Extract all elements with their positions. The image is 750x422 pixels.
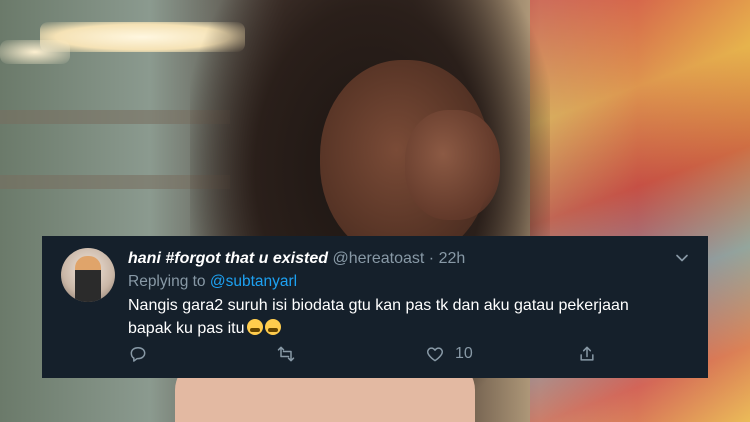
timestamp[interactable]: 22h <box>439 250 466 267</box>
tweet-text-line1: Nangis gara2 suruh isi biodata gtu kan p… <box>128 297 629 314</box>
separator-dot: · <box>428 250 435 267</box>
display-name[interactable]: hani #forgot that u existed <box>128 250 328 267</box>
avatar[interactable] <box>61 248 115 302</box>
replying-prefix: Replying to <box>128 273 206 290</box>
tweet-header: hani #forgot that u existed @hereatoast … <box>128 250 465 268</box>
avatar-figure <box>75 256 101 302</box>
retweet-icon <box>277 346 295 362</box>
like-icon <box>426 347 444 362</box>
reply-button[interactable] <box>128 344 148 364</box>
like-count: 10 <box>455 345 473 362</box>
woman-hand <box>405 110 500 220</box>
like-button[interactable]: 10 <box>425 344 473 364</box>
tweet-actions: 10 <box>128 344 668 366</box>
loudly-crying-face-icon <box>246 319 263 335</box>
loudly-crying-face-icon <box>264 319 281 335</box>
reply-icon <box>130 347 146 362</box>
share-button[interactable] <box>577 344 597 364</box>
replying-to: Replying to @subtanyarl <box>128 273 297 291</box>
chevron-down-icon[interactable] <box>672 248 692 268</box>
tweet-card[interactable]: hani #forgot that u existed @hereatoast … <box>42 236 708 378</box>
tweet-text-line2: bapak ku pas itu <box>128 320 245 337</box>
ceiling-light <box>0 40 70 64</box>
tweet-text: Nangis gara2 suruh isi biodata gtu kan p… <box>128 294 688 340</box>
user-handle[interactable]: @hereatoast <box>332 250 424 267</box>
retweet-button[interactable] <box>276 344 296 364</box>
replying-mention-link[interactable]: @subtanyarl <box>210 273 297 290</box>
share-icon <box>580 346 594 361</box>
